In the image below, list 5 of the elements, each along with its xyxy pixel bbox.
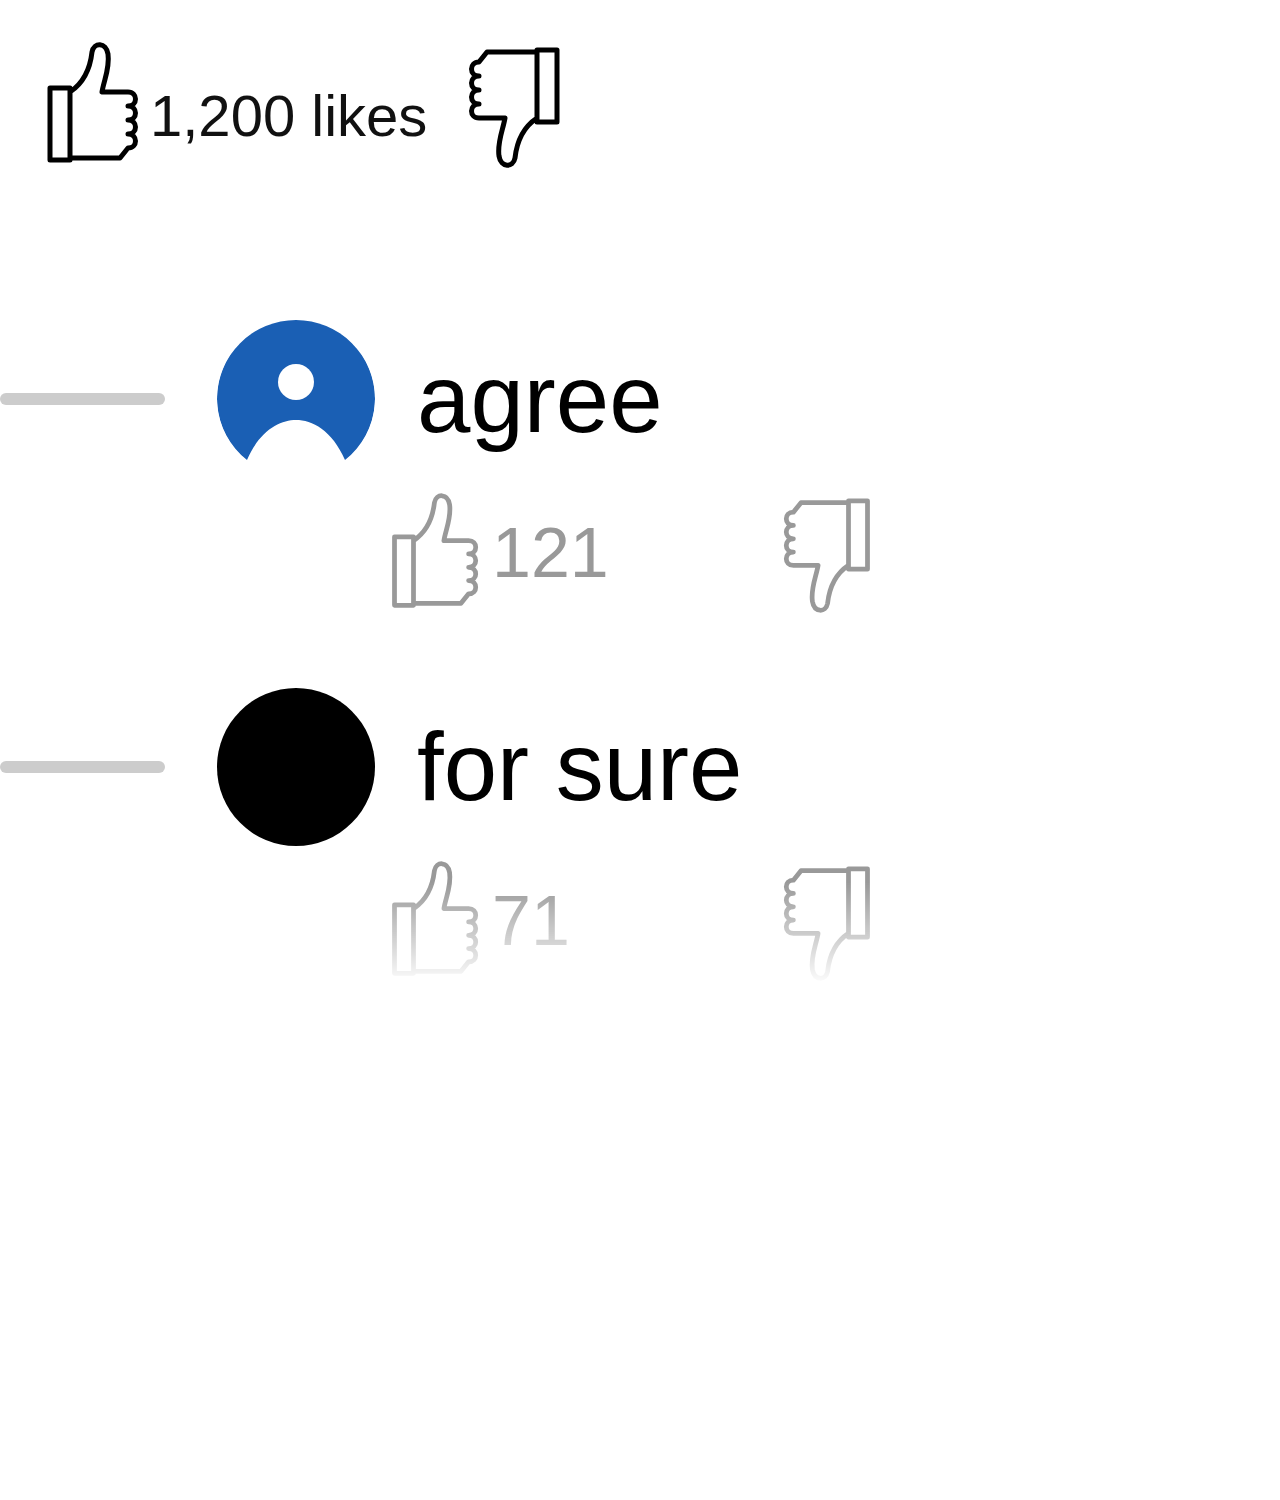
likes-count: 1,200 likes: [150, 81, 428, 149]
like-count: 121: [492, 513, 610, 593]
like-count: 71: [492, 881, 571, 961]
reply-text: for sure: [417, 712, 743, 822]
reply-text: agree: [417, 344, 663, 454]
